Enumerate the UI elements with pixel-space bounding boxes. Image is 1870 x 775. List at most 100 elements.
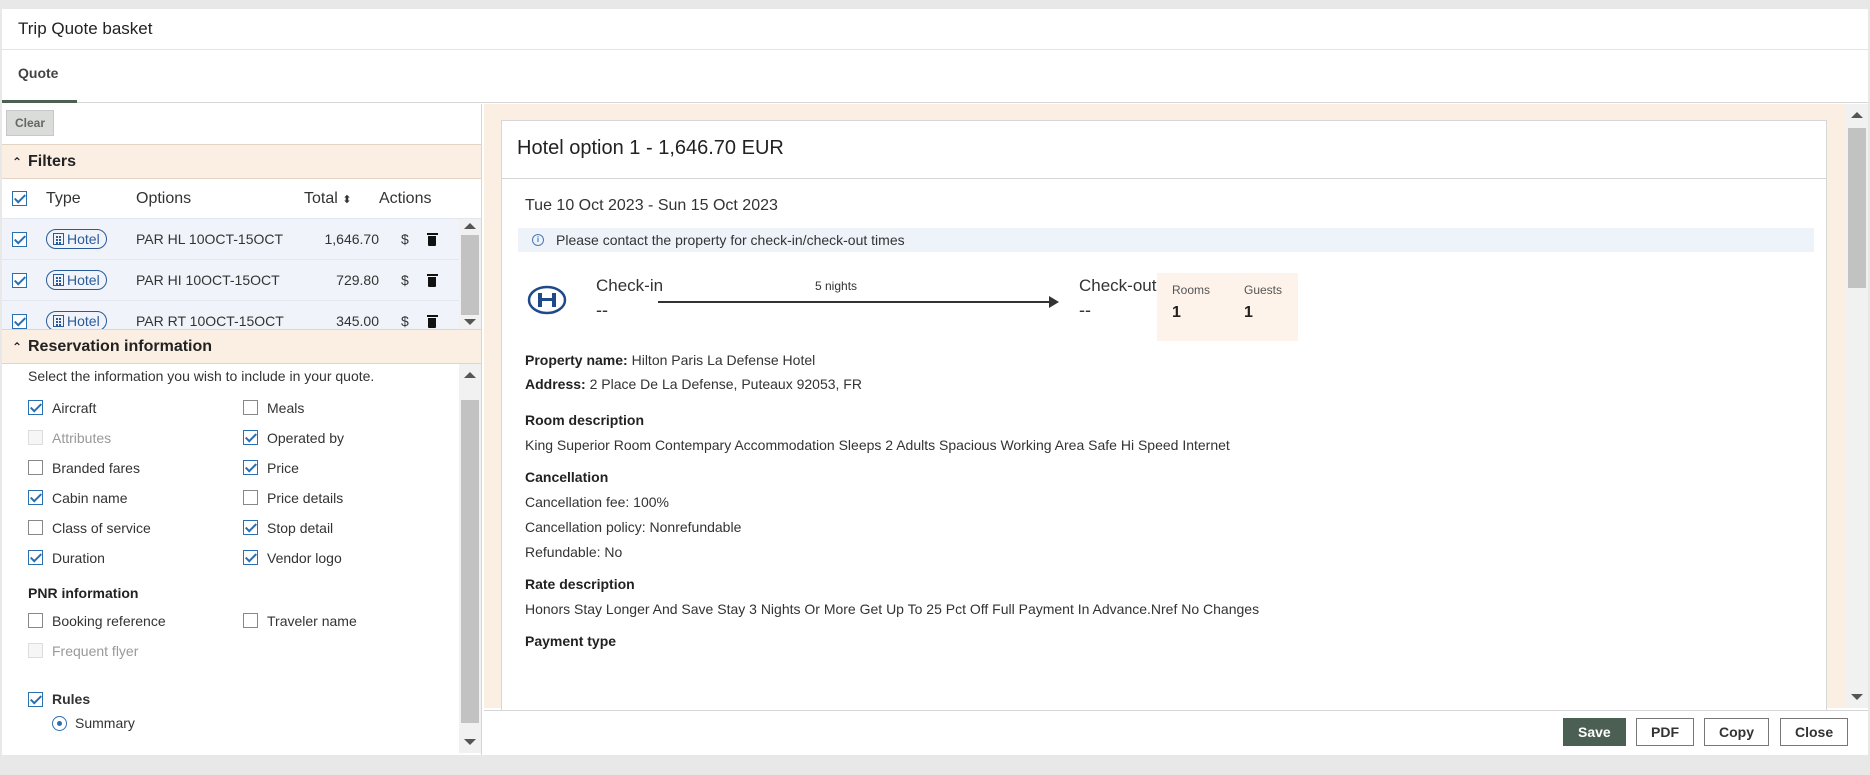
row-total: 729.80 (336, 272, 379, 288)
col-total[interactable]: Total ⬍ (296, 190, 379, 208)
option-vendor-logo[interactable]: Vendor logo (243, 548, 443, 567)
scroll-thumb[interactable] (1848, 128, 1866, 288)
save-button[interactable]: Save (1563, 718, 1626, 746)
price-icon[interactable]: $ (401, 272, 409, 288)
stay-line (658, 301, 1052, 303)
copy-button[interactable]: Copy (1704, 718, 1769, 746)
price-icon[interactable]: $ (401, 231, 409, 247)
checkbox[interactable] (28, 550, 43, 565)
rate-description: Honors Stay Longer And Save Stay 3 Night… (525, 601, 1260, 617)
reservation-options: Aircraft Meals Attributes Operated by Br… (2, 398, 481, 567)
hilton-logo-icon (527, 285, 567, 315)
footer-bar: Save PDF Copy Close (484, 710, 1868, 755)
scroll-thumb[interactable] (461, 235, 479, 315)
checkbox[interactable] (243, 400, 258, 415)
col-type: Type (46, 189, 81, 207)
trash-icon[interactable] (426, 315, 438, 328)
rate-description-title: Rate description (525, 576, 635, 592)
table-row[interactable]: Hotel PAR RT 10OCT-15OCT 345.00 $ (2, 301, 481, 329)
option-frequent-flyer: Frequent flyer (28, 641, 243, 660)
filters-title: Filters (28, 153, 77, 170)
option-price[interactable]: Price (243, 458, 443, 477)
arrow-right-icon (1049, 296, 1059, 308)
scroll-up-icon[interactable] (1851, 112, 1863, 118)
checkbox[interactable] (28, 520, 43, 535)
radio-button[interactable] (52, 715, 67, 731)
checkbox[interactable] (243, 460, 258, 475)
sort-icon: ⬍ (342, 193, 352, 206)
scroll-up-icon[interactable] (464, 223, 476, 229)
room-description: King Superior Room Contempary Accommodat… (525, 437, 1230, 453)
checkout-value: -- (1079, 300, 1091, 320)
reservation-scrollbar[interactable] (459, 364, 481, 753)
stay-summary: Check-in -- 5 nights Check-out -- Rooms 1… (525, 266, 1803, 348)
option-summary[interactable]: Summary (2, 707, 481, 731)
trash-icon[interactable] (426, 274, 438, 287)
refundable: Refundable: No (525, 544, 623, 560)
checkbox[interactable] (28, 400, 43, 415)
checkbox[interactable] (28, 691, 43, 707)
row-total: 345.00 (336, 313, 379, 329)
option-traveler-name[interactable]: Traveler name (243, 611, 443, 630)
cancellation-title: Cancellation (525, 469, 609, 485)
scroll-thumb[interactable] (461, 400, 479, 723)
checkbox[interactable] (243, 490, 258, 505)
row-total: 1,646.70 (324, 231, 380, 247)
close-button[interactable]: Close (1780, 718, 1849, 746)
scroll-up-icon[interactable] (464, 372, 476, 378)
price-icon[interactable]: $ (401, 313, 409, 329)
option-price-details[interactable]: Price details (243, 488, 443, 507)
option-class-of-service[interactable]: Class of service (28, 518, 243, 537)
info-icon: i (532, 234, 544, 246)
table-row[interactable]: Hotel PAR HI 10OCT-15OCT 729.80 $ (2, 260, 481, 301)
col-options: Options (136, 189, 192, 207)
property-address: Address: 2 Place De La Defense, Puteaux … (525, 376, 862, 392)
scroll-down-icon[interactable] (464, 319, 476, 325)
checkbox[interactable] (243, 520, 258, 535)
scroll-down-icon[interactable] (1851, 694, 1863, 700)
scroll-down-icon[interactable] (464, 739, 476, 745)
filters-header[interactable]: ⌃ Filters (2, 144, 481, 179)
trip-quote-window: Trip Quote basket Quote Clear ⌃ Filters T… (2, 9, 1868, 755)
building-icon (53, 233, 64, 245)
option-operated-by[interactable]: Operated by (243, 428, 443, 447)
building-icon (53, 315, 64, 327)
checkbox[interactable] (28, 460, 43, 475)
checkbox[interactable] (243, 430, 258, 445)
option-stop-detail[interactable]: Stop detail (243, 518, 443, 537)
tab-quote[interactable]: Quote (2, 50, 77, 103)
option-branded-fares[interactable]: Branded fares (28, 458, 243, 477)
option-duration[interactable]: Duration (28, 548, 243, 567)
reservation-title: Reservation information (28, 338, 213, 355)
row-checkbox[interactable] (12, 273, 27, 289)
notice-text: Please contact the property for check-in… (556, 232, 905, 248)
reservation-header[interactable]: ⌃ Reservation information (2, 329, 481, 364)
row-checkbox[interactable] (12, 232, 27, 248)
left-toolbar: Clear (2, 104, 481, 144)
option-rules[interactable]: Rules (2, 660, 481, 707)
row-checkbox[interactable] (12, 314, 27, 329)
checkbox (28, 643, 43, 658)
checkbox[interactable] (28, 613, 43, 628)
rooms: Rooms 1 (1172, 283, 1211, 321)
checkbox[interactable] (243, 613, 258, 628)
checkbox[interactable] (28, 490, 43, 505)
table-row[interactable]: Hotel PAR HL 10OCT-15OCT 1,646.70 $ (2, 219, 481, 260)
option-booking-reference[interactable]: Booking reference (28, 611, 243, 630)
row-options: PAR RT 10OCT-15OCT (136, 313, 284, 329)
select-all-checkbox[interactable] (12, 190, 27, 206)
checkbox[interactable] (243, 550, 258, 565)
option-aircraft[interactable]: Aircraft (28, 398, 243, 417)
details-scrollbar[interactable] (1846, 104, 1868, 708)
trash-icon[interactable] (426, 233, 438, 246)
option-cabin-name[interactable]: Cabin name (28, 488, 243, 507)
option-meals[interactable]: Meals (243, 398, 443, 417)
hotel-badge: Hotel (46, 270, 107, 290)
window-title: Trip Quote basket (2, 9, 1868, 50)
row-options: PAR HI 10OCT-15OCT (136, 272, 280, 288)
room-description-title: Room description (525, 412, 645, 428)
pdf-button[interactable]: PDF (1636, 718, 1694, 746)
rooms-guests-box: Rooms 1 Guests 1 (1157, 273, 1298, 341)
filters-scrollbar[interactable] (459, 219, 481, 329)
clear-button[interactable]: Clear (6, 110, 55, 136)
